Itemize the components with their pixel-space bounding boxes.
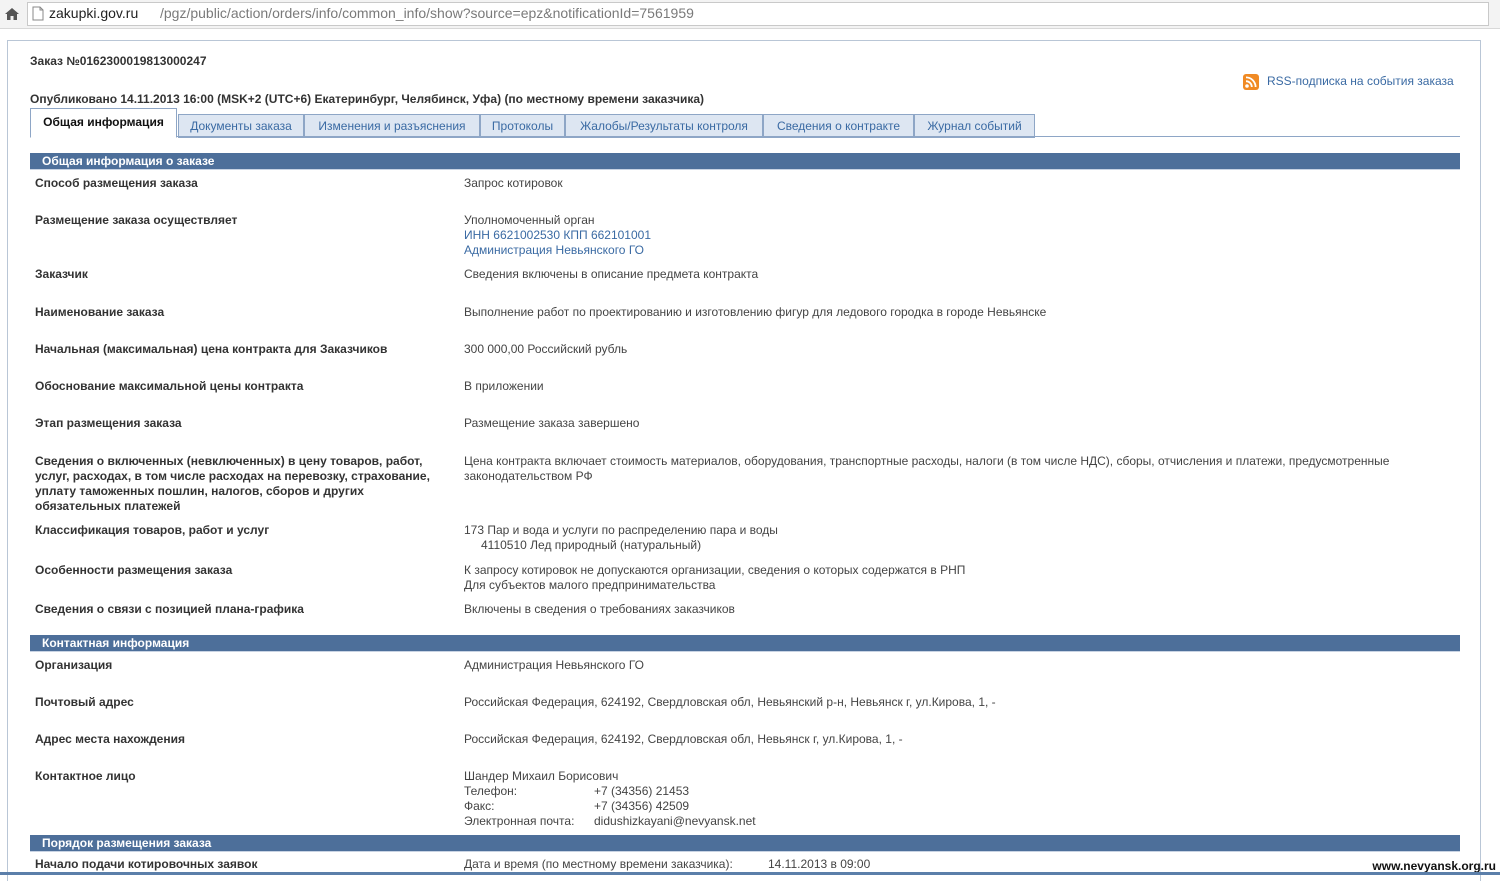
placer-inn-link[interactable]: ИНН 6621002530 КПП 662101001 (464, 228, 651, 243)
field-label-customer: Заказчик (35, 267, 88, 281)
field-value-price: 300 000,00 Российский рубль (464, 342, 628, 356)
url-host: zakupki.gov.ru (49, 5, 139, 21)
field-label-price: Начальная (максимальная) цена контракта … (35, 342, 388, 356)
url-input[interactable]: zakupki.gov.ru /pgz/public/action/orders… (27, 2, 1489, 26)
field-value-features-1: К запросу котировок не допускаются орган… (464, 563, 966, 577)
field-label-quote-start: Начало подачи котировочных заявок (35, 857, 258, 871)
tab-divider (30, 136, 1460, 137)
email-link[interactable]: didushizkayani@nevyansk.net (594, 814, 756, 829)
rss-link-label[interactable]: RSS-подписка на события заказа (1267, 74, 1454, 88)
tab-event-log[interactable]: Журнал событий (914, 114, 1035, 138)
tab-general-info[interactable]: Общая информация (30, 108, 177, 138)
field-label-included-2: услуг, расходах, в том числе расходах на… (35, 469, 430, 483)
tab-protocols[interactable]: Протоколы (480, 114, 565, 138)
field-label-classification: Классификация товаров, работ и услуг (35, 523, 270, 537)
field-value-location: Российская Федерация, 624192, Свердловск… (464, 732, 903, 746)
field-value-stage: Размещение заказа завершено (464, 416, 640, 430)
field-label-included-3: уплату таможенных пошлин, налогов, сборо… (35, 484, 364, 498)
home-icon[interactable] (3, 5, 21, 23)
field-value-contact-person: Шандер Михаил Борисович (464, 769, 619, 783)
field-label-order-name: Наименование заказа (35, 305, 165, 319)
field-label-stage: Этап размещения заказа (35, 416, 182, 430)
browser-address-bar: zakupki.gov.ru /pgz/public/action/orders… (0, 0, 1500, 29)
field-label-justification: Обоснование максимальной цены контракта (35, 379, 304, 393)
field-label-features: Особенности размещения заказа (35, 563, 233, 577)
field-value-classification-1: 173 Пар и вода и услуги по распределению… (464, 523, 778, 537)
content-frame: Заказ №0162300019813000247 RSS-подписка … (7, 40, 1481, 881)
fax-label: Факс: (464, 799, 495, 813)
section-header-general: Общая информация о заказе (30, 153, 1460, 170)
field-label-included-1: Сведения о включенных (невключенных) в ц… (35, 454, 423, 468)
fax-value: +7 (34356) 42509 (594, 799, 690, 813)
field-value-quote-start-note: Дата и время (по местному времени заказч… (464, 857, 733, 871)
field-value-customer: Сведения включены в описание предмета ко… (464, 267, 759, 281)
field-label-plan: Сведения о связи с позицией плана-график… (35, 602, 304, 616)
field-value-quote-start: 14.11.2013 в 09:00 (768, 857, 871, 871)
tab-complaints[interactable]: Жалобы/Результаты контроля (565, 114, 763, 138)
field-label-placer: Размещение заказа осуществляет (35, 213, 238, 227)
field-label-postal: Почтовый адрес (35, 695, 134, 709)
watermark: www.nevyansk.org.ru (1372, 859, 1496, 873)
section-header-contact: Контактная информация (30, 635, 1460, 652)
field-label-organization: Организация (35, 658, 113, 672)
field-label-location: Адрес места нахождения (35, 732, 185, 746)
field-value-postal: Российская Федерация, 624192, Свердловск… (464, 695, 996, 709)
publication-info: Опубликовано 14.11.2013 16:00 (MSK+2 (UT… (30, 92, 705, 106)
page-title: Заказ №0162300019813000247 (30, 54, 207, 68)
field-value-included-1: Цена контракта включает стоимость матери… (464, 454, 1390, 468)
tab-order-documents[interactable]: Документы заказа (178, 114, 304, 138)
field-value-included-2: законодательством РФ (464, 469, 593, 483)
url-path: /pgz/public/action/orders/info/common_in… (160, 5, 694, 21)
field-label-method: Способ размещения заказа (35, 176, 198, 190)
field-value-order-name: Выполнение работ по проектированию и изг… (464, 305, 1047, 319)
field-value-placer-type: Уполномоченный орган (464, 213, 595, 227)
field-value-method: Запрос котировок (464, 176, 563, 190)
tab-changes[interactable]: Изменения и разъяснения (304, 114, 480, 138)
field-value-justification: В приложении (464, 379, 544, 393)
placer-org-link[interactable]: Администрация Невьянского ГО (464, 243, 644, 258)
phone-label: Телефон: (464, 784, 518, 798)
email-label: Электронная почта: (464, 814, 575, 828)
field-value-plan: Включены в сведения о требованиях заказч… (464, 602, 735, 616)
rss-icon (1243, 74, 1259, 90)
field-label-contact-person: Контактное лицо (35, 769, 136, 783)
section-header-procedure: Порядок размещения заказа (30, 835, 1460, 852)
field-label-included-4: обязательных платежей (35, 499, 181, 513)
field-value-features-2: Для субъектов малого предпринимательства (464, 578, 716, 592)
field-value-organization: Администрация Невьянского ГО (464, 658, 644, 672)
page-icon (32, 6, 44, 21)
field-value-classification-2: 4110510 Лед природный (натуральный) (481, 538, 702, 552)
phone-value: +7 (34356) 21453 (594, 784, 690, 798)
tab-contract-info[interactable]: Сведения о контракте (763, 114, 914, 138)
